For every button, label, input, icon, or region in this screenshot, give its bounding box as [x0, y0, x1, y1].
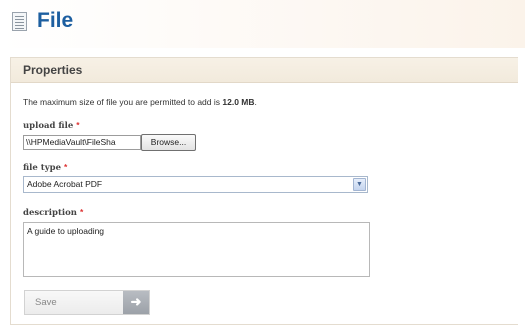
save-button-label: Save: [35, 297, 57, 308]
upload-file-label-text: upload file: [23, 121, 74, 131]
upload-file-input[interactable]: \\HPMediaVault\FileSha: [23, 135, 141, 150]
description-label-text: description: [23, 208, 77, 218]
max-size-note-text: The maximum size of file you are permitt…: [23, 97, 223, 107]
max-size-note: The maximum size of file you are permitt…: [23, 97, 257, 107]
description-label: description *: [23, 207, 83, 218]
required-mark: *: [79, 207, 84, 217]
chevron-down-icon[interactable]: ▼: [353, 178, 366, 191]
required-mark: *: [63, 162, 68, 172]
upload-file-label: upload file *: [23, 120, 80, 131]
file-type-label-text: file type: [23, 163, 61, 173]
page-header: File: [0, 0, 525, 48]
arrow-right-icon[interactable]: ➜: [123, 291, 149, 314]
file-type-select[interactable]: Adobe Acrobat PDF ▼: [23, 176, 368, 193]
save-button[interactable]: Save ➜: [24, 290, 150, 315]
panel-header: Properties: [11, 58, 518, 83]
description-textarea[interactable]: A guide to uploading: [23, 222, 370, 277]
max-size-value: 12.0 MB: [222, 97, 255, 107]
document-list-icon: [12, 12, 27, 31]
page-title: File: [37, 9, 74, 32]
required-mark: *: [76, 120, 80, 130]
properties-panel: Properties The maximum size of file you …: [10, 57, 518, 325]
max-size-note-end: .: [254, 97, 257, 107]
file-type-selected-value: Adobe Acrobat PDF: [27, 179, 103, 189]
browse-button[interactable]: Browse...: [141, 134, 196, 151]
file-type-label: file type *: [23, 162, 67, 173]
panel-title: Properties: [23, 63, 83, 77]
